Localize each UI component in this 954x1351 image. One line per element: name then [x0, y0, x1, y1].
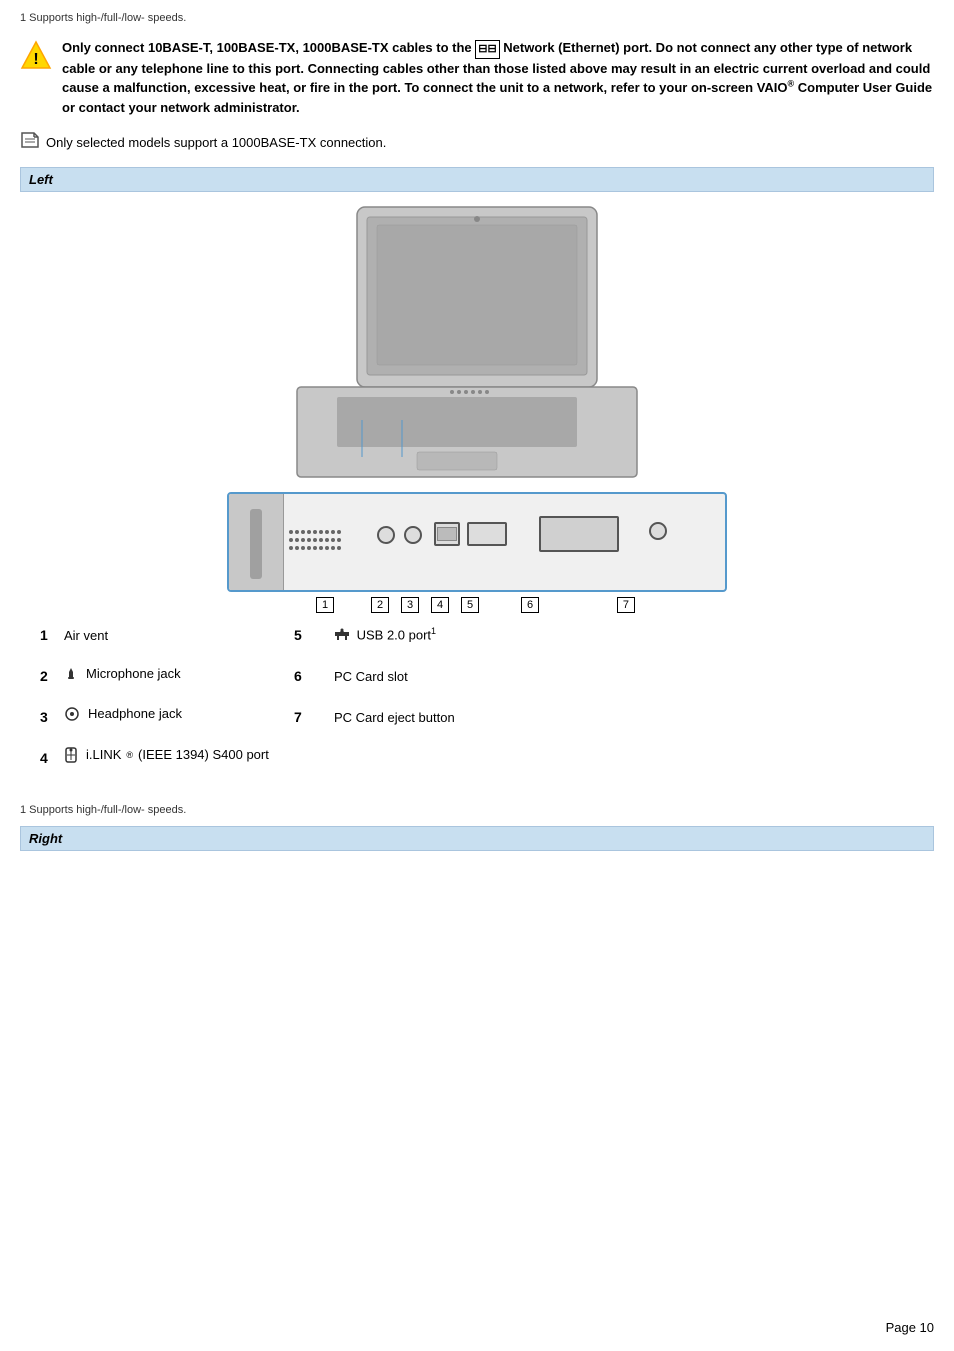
diagram-container: 1 2 3 4 5 6 7 — [197, 202, 757, 611]
item-num-1: 1 — [40, 627, 64, 643]
section-left-header: Left — [20, 167, 934, 192]
warning-text: Only connect 10BASE-T, 100BASE-TX, 1000B… — [62, 38, 934, 117]
item-num-3: 3 — [40, 709, 64, 725]
svg-text:!: ! — [33, 51, 38, 68]
items-list: 1 Air vent 5 USB 2.0 port1 2 Microphone … — [20, 616, 934, 797]
hinge-detail — [250, 509, 262, 579]
port-num-7-area: 7 — [575, 596, 635, 611]
note-text: Only selected models support a 1000BASE-… — [46, 135, 386, 150]
ilink-inner — [437, 527, 457, 541]
footnote-bottom: 1 Supports high-/full-/low- speeds. — [20, 804, 934, 816]
port-num-1: 1 — [316, 597, 334, 613]
eject-button — [649, 522, 667, 540]
item-label-7: PC Card eject button — [334, 710, 455, 725]
ports-closeup — [227, 492, 727, 592]
warning-box: ! Only connect 10BASE-T, 100BASE-TX, 100… — [20, 38, 934, 117]
mic-jack-port — [377, 526, 395, 544]
usb-ports — [467, 522, 507, 546]
note-icon — [20, 131, 40, 153]
port-num-2: 2 — [371, 597, 389, 613]
port-num-7: 7 — [617, 597, 635, 613]
port-num-4: 4 — [431, 597, 449, 613]
item-row-1-5: 1 Air vent 5 USB 2.0 port1 — [40, 626, 914, 644]
laptop-illustration — [197, 202, 757, 492]
item-row-2-6: 2 Microphone jack 6 PC Card slot — [40, 666, 914, 684]
page-number: Page 10 — [886, 1320, 934, 1335]
port-num-6: 6 — [521, 597, 539, 613]
laptop-diagram: 1 2 3 4 5 6 7 — [20, 192, 934, 616]
item-label-6: PC Card slot — [334, 669, 408, 684]
headphone-jack-port — [404, 526, 422, 544]
item-num-6: 6 — [294, 668, 334, 684]
item-num-4: 4 — [40, 750, 64, 766]
port-num-4-area: 4 — [425, 596, 455, 611]
item-num-7: 7 — [294, 709, 334, 725]
footnote-top: 1 Supports high-/full-/low- speeds. — [20, 12, 934, 24]
pc-card-slot — [539, 516, 619, 552]
item-label-2: Microphone jack — [64, 666, 284, 681]
port-num-3-area: 3 — [395, 596, 425, 611]
port-num-3: 3 — [401, 597, 419, 613]
section-right-header: Right — [20, 826, 934, 851]
port-num-5: 5 — [461, 597, 479, 613]
item-row-4: 4 i.LINK® (IEEE 1394) S400 port — [40, 747, 914, 766]
ilink-port — [434, 522, 460, 546]
left-edge — [229, 494, 284, 592]
item-num-2: 2 — [40, 668, 64, 684]
speaker-grille — [287, 524, 367, 567]
item-label-5: USB 2.0 port1 — [334, 626, 436, 644]
note-line: Only selected models support a 1000BASE-… — [20, 131, 934, 153]
port-numbers-row: 1 2 3 4 5 6 7 — [227, 596, 727, 611]
item-row-3-7: 3 Headphone jack 7 PC Card eject button — [40, 706, 914, 725]
item-label-4: i.LINK® (IEEE 1394) S400 port — [64, 747, 269, 763]
port-num-1-area: 1 — [285, 596, 365, 611]
item-label-3: Headphone jack — [64, 706, 284, 722]
port-num-2-area: 2 — [365, 596, 395, 611]
item-label-1: Air vent — [64, 628, 284, 643]
warning-icon: ! — [20, 40, 52, 72]
item-num-5: 5 — [294, 627, 334, 643]
port-num-5-area: 5 — [455, 596, 485, 611]
port-num-6-area: 6 — [485, 596, 575, 611]
